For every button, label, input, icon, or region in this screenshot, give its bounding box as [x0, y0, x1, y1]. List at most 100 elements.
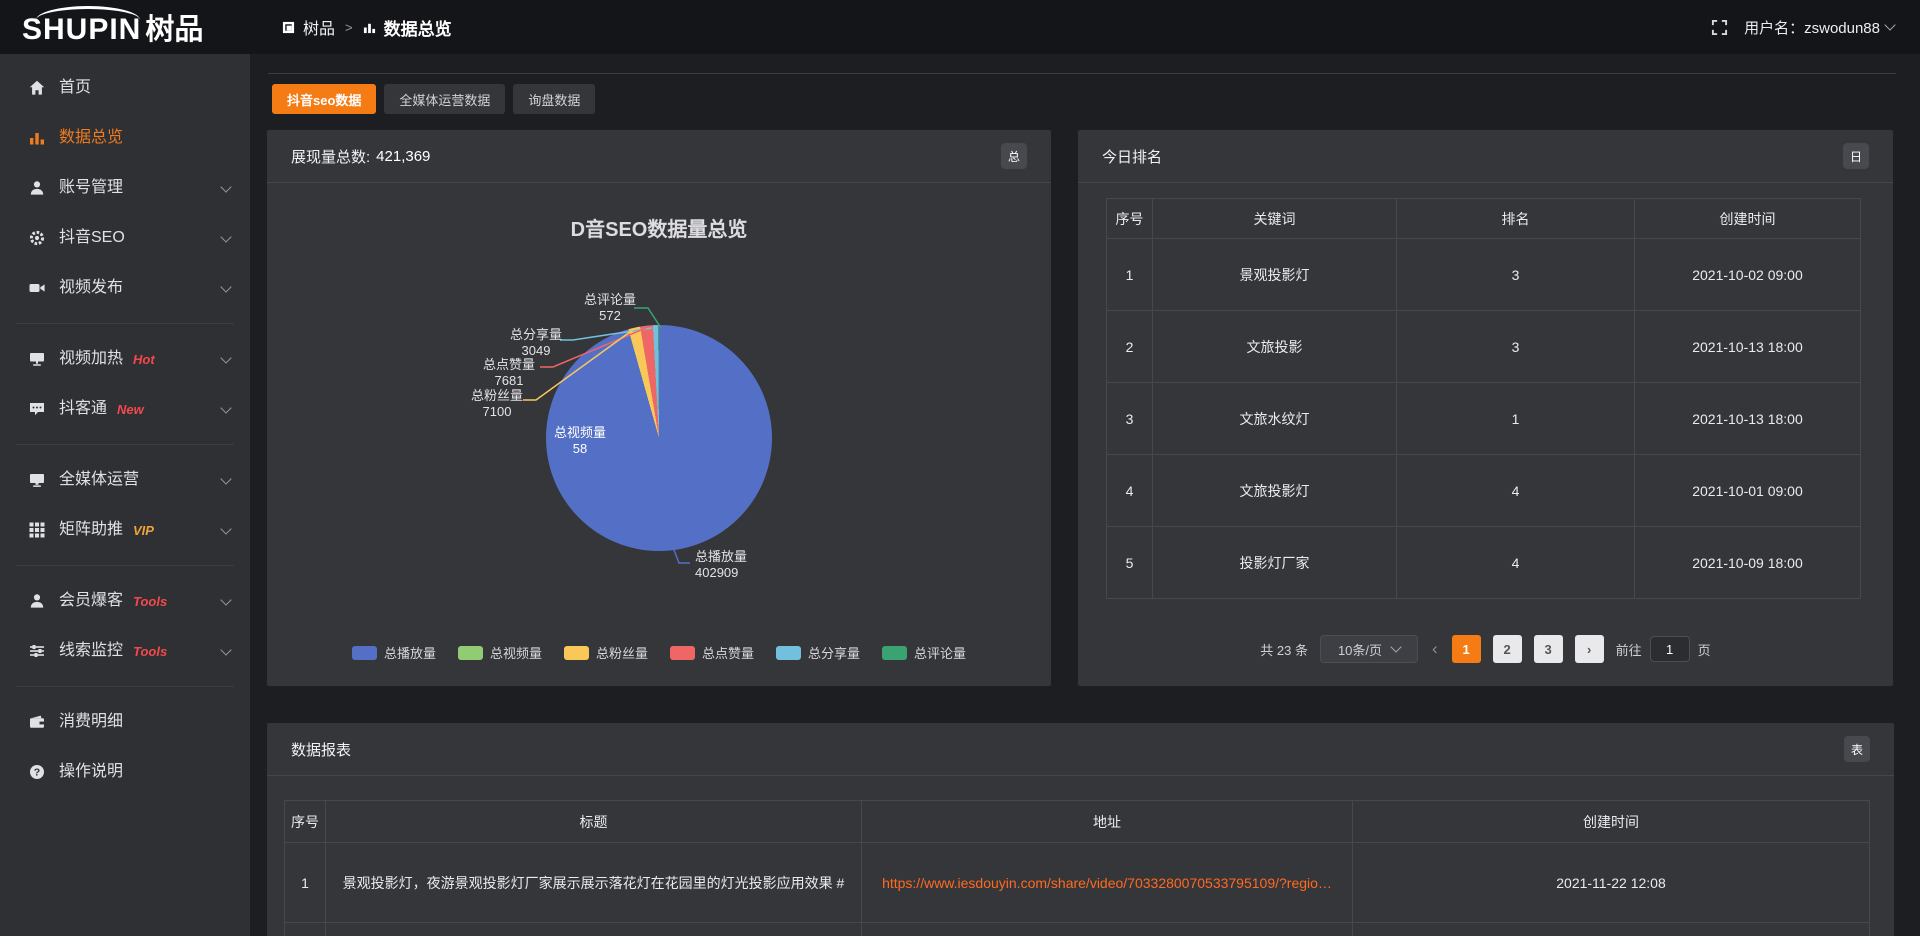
col-index: 序号	[285, 801, 326, 843]
legend-item[interactable]: 总视频量	[458, 643, 542, 662]
vip-badge: VIP	[133, 523, 154, 538]
table-header-row: 序号 标题 地址 创建时间	[285, 801, 1870, 843]
sidebar-item-member-baoke[interactable]: 会员爆客 Tools	[0, 576, 250, 626]
legend-label: 总播放量	[384, 643, 436, 662]
sidebar-item-label: 消费明细	[59, 713, 123, 731]
pie-label-likes: 总点赞量7681	[449, 357, 569, 389]
sidebar-item-home[interactable]: 首页	[0, 63, 250, 113]
tab-inquiry-data[interactable]: 询盘数据	[513, 84, 595, 114]
legend-swatch	[564, 646, 589, 660]
prev-page-button[interactable]: ‹	[1430, 639, 1440, 659]
video-camera-icon	[28, 279, 46, 297]
chevron-down-icon	[220, 523, 231, 534]
chevron-down-icon	[220, 402, 231, 413]
total-mode-button[interactable]: 总	[1001, 143, 1027, 169]
table-row: 3文旅水纹灯12021-10-13 18:00	[1107, 383, 1861, 455]
sidebar-nav: 首页 数据总览 账号管理 抖音SEO 视频发布 视频加热 Hot	[0, 54, 250, 936]
sidebar-item-label: 全媒体运营	[59, 471, 139, 489]
legend-swatch	[458, 646, 483, 660]
tools-badge: Tools	[133, 594, 167, 609]
tools-badge: Tools	[133, 644, 167, 659]
chevron-down-icon	[220, 231, 231, 242]
chevron-down-icon	[1884, 19, 1895, 30]
pagination-total: 共 23 条	[1260, 640, 1308, 659]
sidebar-item-help[interactable]: ? 操作说明	[0, 747, 250, 797]
wallet-icon	[28, 713, 46, 731]
chevron-down-icon	[1390, 641, 1401, 652]
sidebar-item-media-operation[interactable]: 全媒体运营	[0, 455, 250, 505]
sidebar-item-douyin-seo[interactable]: 抖音SEO	[0, 213, 250, 263]
sidebar-item-expense-detail[interactable]: 消费明细	[0, 697, 250, 747]
grid-icon	[28, 521, 46, 539]
sliders-icon	[28, 642, 46, 660]
table-mode-button[interactable]: 表	[1844, 736, 1870, 762]
user-menu[interactable]: 用户名：zswodun88	[1744, 17, 1894, 38]
table-row: 5投影灯厂家42021-10-09 18:00	[1107, 527, 1861, 599]
chevron-down-icon	[220, 644, 231, 655]
video-link[interactable]: https://www.iesdouyin.com/share/video/70…	[882, 875, 1332, 891]
data-tabs: 抖音seo数据 全媒体运营数据 询盘数据	[272, 84, 595, 114]
page-button-1[interactable]: 1	[1452, 635, 1481, 663]
goto-label: 前往	[1616, 640, 1642, 659]
page-size-select[interactable]: 10条/页	[1320, 635, 1418, 663]
legend-label: 总点赞量	[702, 643, 754, 662]
legend-swatch	[776, 646, 801, 660]
table-row	[285, 923, 1870, 936]
legend-swatch	[882, 646, 907, 660]
sidebar-item-video-heat[interactable]: 视频加热 Hot	[0, 334, 250, 384]
page-button-2[interactable]: 2	[1493, 635, 1522, 663]
breadcrumb-current: 数据总览	[384, 15, 452, 40]
next-page-button[interactable]: ›	[1575, 635, 1604, 663]
sidebar-item-label: 数据总览	[59, 129, 123, 147]
sidebar-item-video-publish[interactable]: 视频发布	[0, 263, 250, 313]
legend-item[interactable]: 总点赞量	[670, 643, 754, 662]
user-icon	[28, 179, 46, 197]
new-badge: New	[117, 402, 144, 417]
screen-icon	[28, 350, 46, 368]
legend-item[interactable]: 总分享量	[776, 643, 860, 662]
day-mode-button[interactable]: 日	[1843, 143, 1869, 169]
ranking-table: 序号 关键词 排名 创建时间 1景观投影灯32021-10-02 09:00 2…	[1106, 198, 1861, 599]
sidebar-divider	[16, 565, 234, 566]
svg-text:?: ?	[34, 767, 40, 779]
chevron-down-icon	[220, 594, 231, 605]
pie-legend: 总播放量 总视频量 总粉丝量 总点赞量 总分享量 总评论量	[267, 643, 1051, 662]
sidebar-item-doukertong[interactable]: 抖客通 New	[0, 384, 250, 434]
bar-chart-icon	[363, 21, 376, 34]
report-table: 序号 标题 地址 创建时间 1 景观投影灯，夜游景观投影灯厂家展示展示落花灯在花…	[284, 800, 1870, 936]
data-overview-icon	[28, 129, 46, 147]
report-panel: 数据报表 表 序号 标题 地址 创建时间 1 景观投影灯，夜游景观投影灯厂家展示…	[267, 723, 1894, 936]
legend-item[interactable]: 总粉丝量	[564, 643, 648, 662]
goto-page: 前往 页	[1616, 636, 1711, 662]
tab-douyin-seo-data[interactable]: 抖音seo数据	[272, 84, 376, 114]
member-icon	[28, 592, 46, 610]
sidebar-item-label: 操作说明	[59, 763, 123, 781]
pie-chart-area: D音SEO数据量总览 总评论量572 总分享量3049 总点赞量7681 总粉丝…	[267, 183, 1051, 686]
sidebar-item-matrix-boost[interactable]: 矩阵助推 VIP	[0, 505, 250, 555]
user-name-label: 用户名：zswodun88	[1744, 17, 1880, 38]
legend-swatch	[670, 646, 695, 660]
report-title: 数据报表	[291, 739, 351, 760]
breadcrumb-separator: >	[345, 20, 353, 35]
legend-swatch	[352, 646, 377, 660]
app-square-icon	[282, 21, 295, 34]
table-row: 1 景观投影灯，夜游景观投影灯厂家展示展示落花灯在花园里的灯光投影应用效果 # …	[285, 843, 1870, 923]
app-logo: SHUPIN 树品	[0, 6, 250, 48]
sidebar-item-label: 会员爆客	[59, 592, 123, 610]
sidebar-item-account[interactable]: 账号管理	[0, 163, 250, 213]
sidebar-divider	[16, 444, 234, 445]
tab-media-operation-data[interactable]: 全媒体运营数据	[384, 84, 505, 114]
sidebar-item-clue-monitor[interactable]: 线索监控 Tools	[0, 626, 250, 676]
goto-page-input[interactable]	[1650, 636, 1690, 662]
legend-item[interactable]: 总播放量	[352, 643, 436, 662]
page-button-3[interactable]: 3	[1534, 635, 1563, 663]
impressions-total-label: 展现量总数:	[291, 146, 370, 167]
impressions-total-value: 421,369	[376, 148, 430, 165]
breadcrumb-root[interactable]: 树品	[303, 15, 335, 39]
fullscreen-icon[interactable]	[1711, 19, 1728, 36]
chevron-down-icon	[220, 352, 231, 363]
sidebar-item-data-overview[interactable]: 数据总览	[0, 113, 250, 163]
legend-item[interactable]: 总评论量	[882, 643, 966, 662]
home-icon	[28, 79, 46, 97]
report-row-title: 景观投影灯，夜游景观投影灯厂家展示展示落花灯在花园里的灯光投影应用效果 #	[326, 843, 862, 923]
